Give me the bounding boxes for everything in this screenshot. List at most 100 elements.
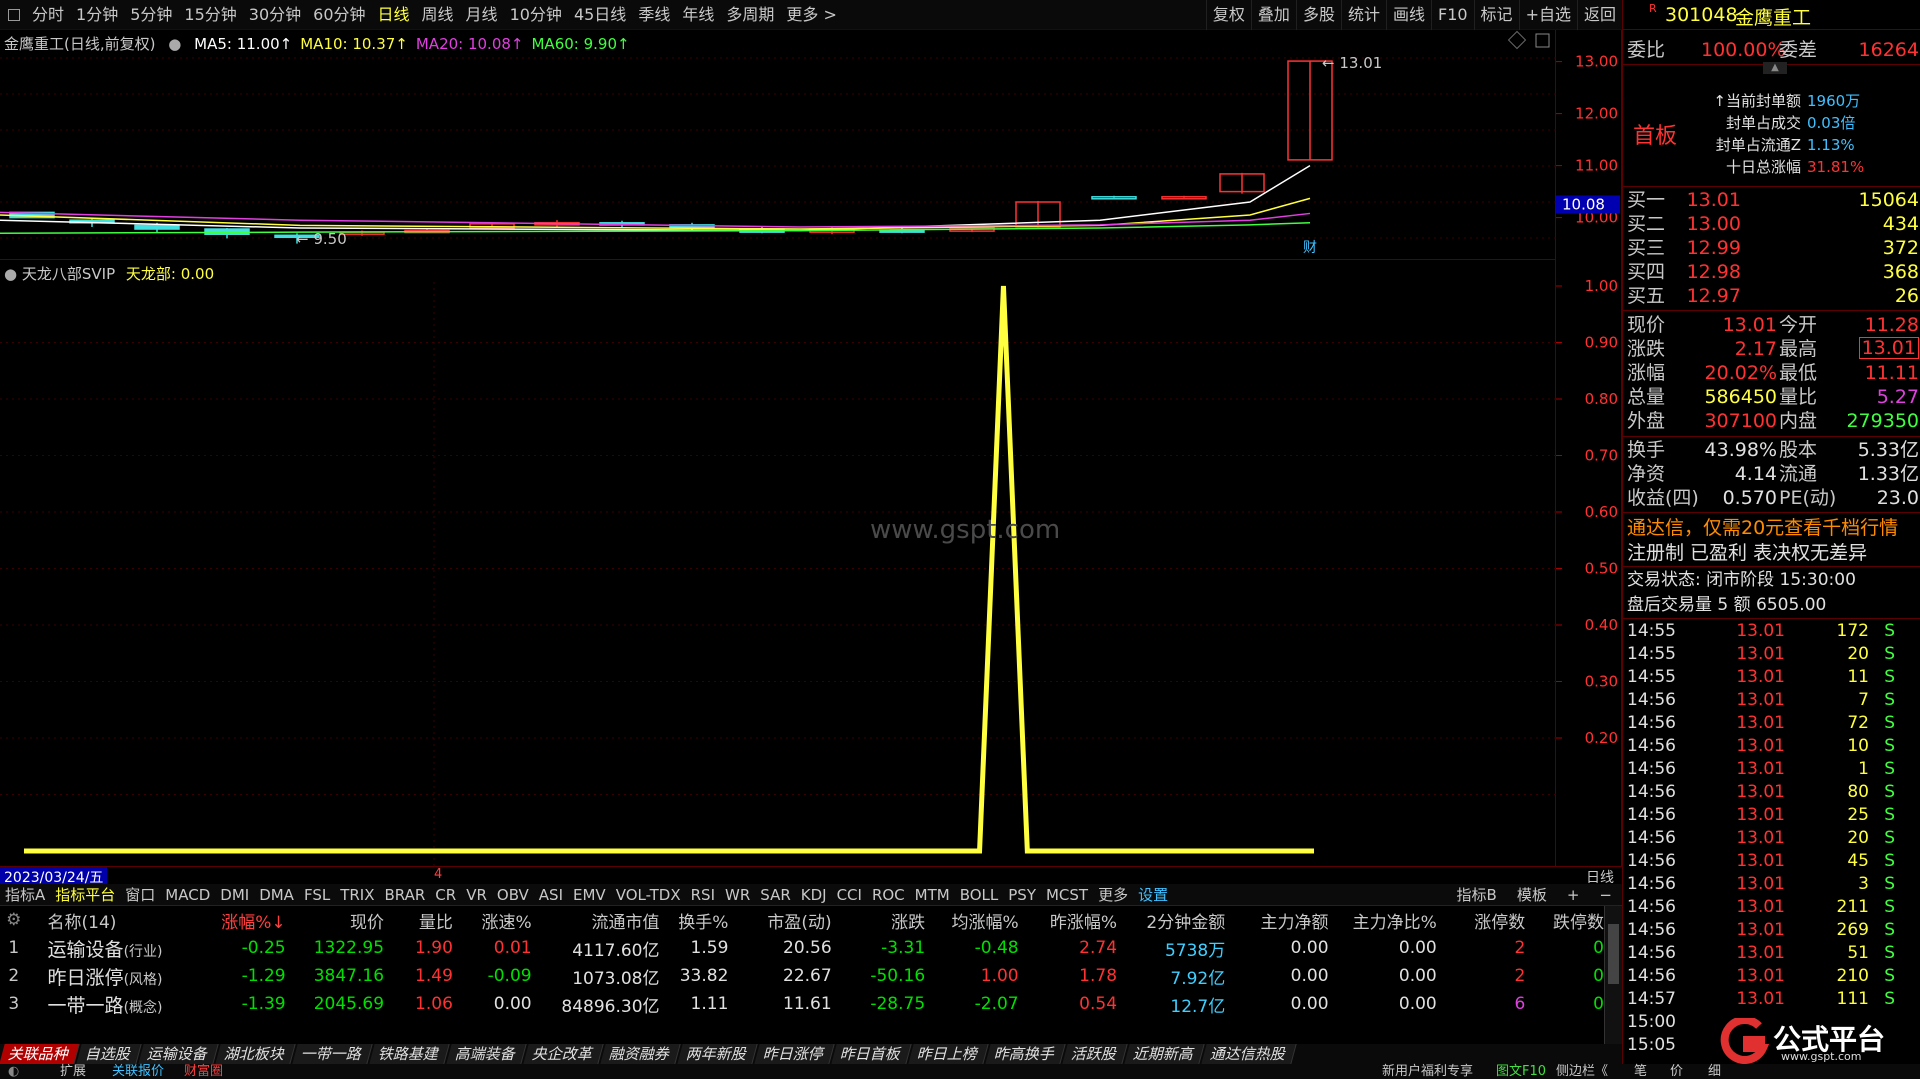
toggle-icon[interactable]: ◐: [8, 1064, 19, 1079]
toolbar-button-4[interactable]: 画线: [1385, 0, 1431, 30]
tick-tab[interactable]: 笔: [1634, 1064, 1647, 1079]
indicator-tab-13[interactable]: EMV: [568, 886, 611, 904]
indicator-tab-14[interactable]: VOL-TDX: [611, 886, 686, 904]
indicator-tab-15[interactable]: RSI: [686, 886, 720, 904]
toolbar-button-5[interactable]: F10: [1430, 0, 1474, 30]
indicator-tab-25[interactable]: 更多: [1093, 884, 1133, 905]
column-header-12[interactable]: 主力净额: [1225, 908, 1329, 933]
notice-row-1[interactable]: 通达信，仅需20元查看千档行情: [1623, 516, 1920, 540]
block-tab-13[interactable]: 昨高换手: [985, 1044, 1066, 1064]
sector-name[interactable]: 昨日涨停: [48, 967, 124, 989]
indicator-tab-26[interactable]: 设置: [1133, 884, 1173, 905]
block-tab-8[interactable]: 融资融券: [600, 1044, 681, 1064]
indicator-tab-9[interactable]: CR: [430, 886, 461, 904]
indicator-tab-right-3[interactable]: −: [1589, 886, 1622, 904]
block-tab-14[interactable]: 活跃股: [1062, 1044, 1128, 1064]
indicator-tab-1[interactable]: 指标平台: [50, 884, 120, 905]
window-menu-icon[interactable]: [8, 8, 20, 21]
period-tab-9[interactable]: 10分钟: [504, 0, 568, 30]
period-tab-8[interactable]: 月线: [460, 0, 504, 30]
sector-name[interactable]: 运输设备: [48, 939, 124, 961]
period-tab-5[interactable]: 60分钟: [307, 0, 371, 30]
candle-body[interactable]: [134, 224, 180, 230]
indicator-tab-7[interactable]: TRIX: [335, 886, 379, 904]
indicator-chart[interactable]: [0, 260, 1556, 866]
related-quote-link[interactable]: 关联报价: [112, 1064, 164, 1079]
column-header-14[interactable]: 涨停数: [1437, 908, 1525, 933]
stock-code[interactable]: 301048: [1665, 4, 1738, 26]
block-tab-9[interactable]: 两年新股: [677, 1044, 758, 1064]
table-row[interactable]: 3 一带一路(概念) -1.39 2045.69 1.06 0.00 84896.30亿 1.…: [0, 990, 1604, 1018]
indicator-tab-11[interactable]: OBV: [492, 886, 534, 904]
gear-icon[interactable]: ⚙: [0, 910, 28, 930]
column-header-9[interactable]: 均涨幅%: [925, 908, 1018, 933]
indicator-tab-24[interactable]: MCST: [1041, 886, 1093, 904]
block-tab-12[interactable]: 昨日上榜: [908, 1044, 989, 1064]
column-header-0[interactable]: 名称(14): [28, 908, 198, 933]
column-header-6[interactable]: 换手%: [660, 908, 728, 933]
indicator-tab-16[interactable]: WR: [720, 886, 755, 904]
collapse-icon[interactable]: ▲: [1763, 62, 1787, 74]
column-header-4[interactable]: 涨速%: [453, 908, 531, 933]
bid-row[interactable]: 买一 13.01 15064: [1623, 188, 1920, 212]
kline-panel[interactable]: 金鹰重工(日线,前复权) ● MA5: 11.00↑ MA10: 10.37↑ MA…: [0, 30, 1556, 260]
indicator-tab-18[interactable]: KDJ: [796, 886, 832, 904]
finance-mark[interactable]: 财: [1303, 240, 1317, 256]
block-tab-7[interactable]: 央企改革: [523, 1044, 604, 1064]
toolbar-button-0[interactable]: 复权: [1205, 0, 1251, 30]
block-tab-11[interactable]: 昨日首板: [831, 1044, 912, 1064]
period-tab-10[interactable]: 45日线: [568, 0, 632, 30]
indicator-tab-right-1[interactable]: 模板: [1507, 884, 1557, 905]
column-header-5[interactable]: 流通市值: [532, 908, 660, 933]
column-header-7[interactable]: 市盈(动): [728, 908, 831, 933]
bid-row[interactable]: 买三 12.99 372: [1623, 236, 1920, 260]
price-tab[interactable]: 价: [1670, 1064, 1683, 1079]
sector-name-cell[interactable]: 昨日涨停(风格): [28, 963, 198, 990]
column-header-13[interactable]: 主力净比%: [1329, 908, 1437, 933]
column-header-2[interactable]: 现价: [286, 908, 384, 933]
notice-1[interactable]: 通达信，仅需20元查看千档行情: [1627, 516, 1898, 540]
detail-tab[interactable]: 细: [1708, 1064, 1721, 1079]
column-header-3[interactable]: 量比: [384, 908, 453, 933]
toolbar-button-3[interactable]: 统计: [1340, 0, 1386, 30]
table-row[interactable]: 2 昨日涨停(风格) -1.29 3847.16 1.49 -0.09 1073.08亿 33…: [0, 962, 1604, 990]
bid-row[interactable]: 买五 12.97 26: [1623, 284, 1920, 308]
block-tab-16[interactable]: 通达信热股: [1201, 1044, 1297, 1064]
kline-chart[interactable]: ← 13.01 ← 9.50 财: [0, 30, 1556, 260]
column-header-10[interactable]: 昨涨幅%: [1019, 908, 1117, 933]
period-tab-11[interactable]: 季线: [632, 0, 676, 30]
indicator-panel[interactable]: ● 天龙八部SVIP 天龙部: 0.00: [0, 260, 1556, 866]
table-scrollbar[interactable]: [1604, 906, 1622, 1044]
indicator-tab-12[interactable]: ASI: [534, 886, 568, 904]
period-tab-13[interactable]: 多周期: [720, 0, 780, 30]
block-tab-1[interactable]: 自选股: [76, 1044, 142, 1064]
period-tab-0[interactable]: 分时: [26, 0, 70, 30]
sidebar-link[interactable]: 侧边栏《: [1556, 1064, 1608, 1079]
bid-row[interactable]: 买二 13.00 434: [1623, 212, 1920, 236]
indicator-tab-right-0[interactable]: 指标B: [1447, 884, 1507, 905]
block-tab-2[interactable]: 运输设备: [138, 1044, 219, 1064]
toolbar-button-7[interactable]: +自选: [1518, 0, 1577, 30]
indicator-tab-2[interactable]: 窗口: [120, 884, 160, 905]
new-user-link[interactable]: 新用户福利专享: [1382, 1064, 1473, 1079]
scrollbar-thumb[interactable]: [1608, 924, 1619, 984]
column-header-8[interactable]: 涨跌: [832, 908, 925, 933]
block-tab-6[interactable]: 高端装备: [446, 1044, 527, 1064]
period-tab-3[interactable]: 15分钟: [178, 0, 242, 30]
stock-name[interactable]: 金鹰重工: [1735, 3, 1811, 30]
indicator-tab-22[interactable]: BOLL: [955, 886, 1004, 904]
indicator-tab-19[interactable]: CCI: [832, 886, 867, 904]
sector-name-cell[interactable]: 运输设备(行业): [28, 935, 198, 962]
period-tab-1[interactable]: 1分钟: [70, 0, 124, 30]
indicator-tab-3[interactable]: MACD: [160, 886, 215, 904]
column-header-15[interactable]: 跌停数: [1525, 908, 1604, 933]
column-header-11[interactable]: 2分钟金额: [1117, 908, 1225, 933]
expand-link[interactable]: 扩展: [60, 1064, 86, 1079]
block-tab-15[interactable]: 近期新高: [1124, 1044, 1205, 1064]
toolbar-button-6[interactable]: 标记: [1473, 0, 1519, 30]
indicator-tab-10[interactable]: VR: [461, 886, 492, 904]
indicator-tab-8[interactable]: BRAR: [380, 886, 431, 904]
block-tab-10[interactable]: 昨日涨停: [754, 1044, 835, 1064]
period-tab-7[interactable]: 周线: [416, 0, 460, 30]
indicator-tab-5[interactable]: DMA: [254, 886, 299, 904]
